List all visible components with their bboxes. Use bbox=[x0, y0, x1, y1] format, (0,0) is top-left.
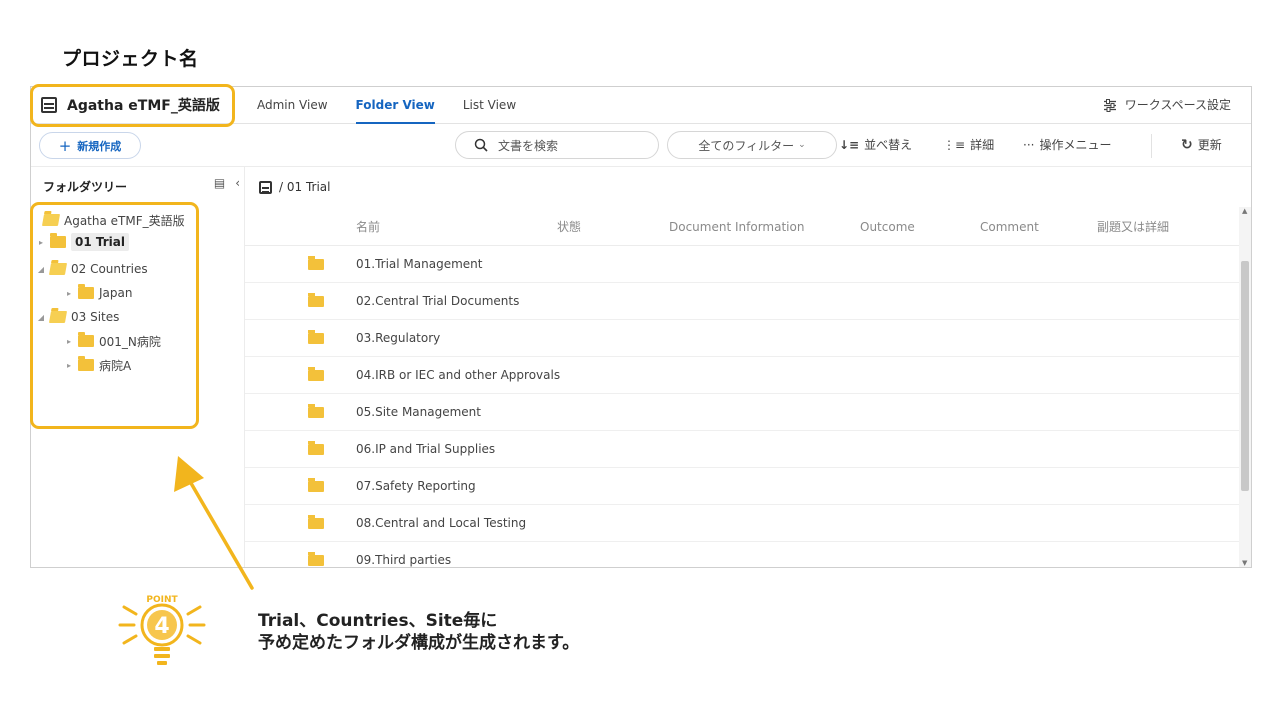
table-row[interactable]: 09.Third parties bbox=[245, 542, 1241, 567]
breadcrumb-path[interactable]: / 01 Trial bbox=[279, 180, 330, 194]
table-row[interactable]: 08.Central and Local Testing bbox=[245, 505, 1241, 542]
callout-text: Trial、Countries、Site毎に 予め定めたフォルダ構成が生成されま… bbox=[258, 610, 579, 654]
row-name: 09.Third parties bbox=[356, 553, 452, 567]
row-name: 08.Central and Local Testing bbox=[356, 516, 527, 530]
folder-icon bbox=[308, 256, 324, 270]
table-row[interactable]: 05.Site Management bbox=[245, 394, 1241, 431]
column-header-name[interactable]: 名前 bbox=[356, 208, 380, 246]
row-name: 04.IRB or IEC and other Approvals bbox=[356, 368, 561, 382]
row-name: 05.Site Management bbox=[356, 405, 481, 419]
folder-icon bbox=[308, 441, 324, 455]
workspace-settings-label: ワークスペース設定 bbox=[1124, 98, 1231, 112]
scrollbar-thumb[interactable] bbox=[1241, 261, 1249, 491]
sort-button[interactable]: ↓≡ 並べ替え bbox=[839, 124, 912, 167]
search-input[interactable]: 文書を検索 bbox=[455, 131, 659, 159]
folder-icon bbox=[308, 404, 324, 418]
table-row[interactable]: 02.Central Trial Documents bbox=[245, 283, 1241, 320]
folder-icon bbox=[308, 367, 324, 381]
point-lightbulb-icon: POINT 4 bbox=[118, 595, 206, 665]
toolbar-divider bbox=[1151, 134, 1152, 158]
folder-icon bbox=[308, 515, 324, 529]
workspace-icon bbox=[259, 180, 272, 194]
tab-admin-view[interactable]: Admin View bbox=[257, 87, 328, 124]
new-button-label: 新規作成 bbox=[77, 139, 122, 153]
folder-tree-highlight bbox=[30, 202, 199, 429]
collapse-all-icon[interactable]: ▤ bbox=[214, 176, 225, 190]
action-menu-button[interactable]: ··· 操作メニュー bbox=[1023, 124, 1111, 167]
column-header-document-information[interactable]: Document Information bbox=[669, 208, 804, 246]
folder-icon bbox=[308, 330, 324, 344]
toolbar: + 新規作成 文書を検索 全てのフィルター ⌄ ↓≡ 並べ替え ⋮≡ 詳細 ··… bbox=[31, 124, 1251, 167]
row-name: 06.IP and Trial Supplies bbox=[356, 442, 496, 456]
action-menu-label: 操作メニュー bbox=[1039, 138, 1112, 152]
folder-tree-controls: ▤ ‹ bbox=[214, 176, 240, 190]
table-row[interactable]: 01.Trial Management bbox=[245, 246, 1241, 283]
sliders-icon bbox=[1103, 98, 1116, 112]
column-header-outcome[interactable]: Outcome bbox=[860, 208, 915, 246]
table-row[interactable]: 03.Regulatory bbox=[245, 320, 1241, 357]
refresh-icon: ↻ bbox=[1181, 137, 1193, 153]
scroll-up-icon[interactable]: ▲ bbox=[1242, 207, 1247, 215]
column-header-status[interactable]: 状態 bbox=[557, 208, 581, 246]
folder-content: / 01 Trial 名前 状態 Document Information Ou… bbox=[245, 167, 1241, 567]
table-row[interactable]: 07.Safety Reporting bbox=[245, 468, 1241, 505]
column-header-comment[interactable]: Comment bbox=[980, 208, 1039, 246]
row-name: 07.Safety Reporting bbox=[356, 479, 476, 493]
row-name: 03.Regulatory bbox=[356, 331, 441, 345]
tab-folder-view[interactable]: Folder View bbox=[355, 87, 436, 124]
folder-icon bbox=[308, 478, 324, 492]
point-badge-label: POINT bbox=[146, 595, 178, 605]
workspace-settings-button[interactable]: ワークスペース設定 bbox=[1103, 87, 1231, 123]
search-placeholder: 文書を検索 bbox=[498, 138, 559, 153]
chevron-left-icon[interactable]: ‹ bbox=[235, 176, 240, 190]
table-header: 名前 状態 Document Information Outcome Comme… bbox=[245, 208, 1241, 246]
table-row[interactable]: 06.IP and Trial Supplies bbox=[245, 431, 1241, 468]
breadcrumb: / 01 Trial bbox=[259, 180, 330, 194]
column-header-subtitle[interactable]: 副題又は詳細 bbox=[1097, 208, 1169, 246]
filter-label: 全てのフィルター bbox=[698, 138, 795, 153]
detail-label: 詳細 bbox=[970, 138, 995, 152]
callout-line-2: 予め定めたフォルダ構成が生成されます。 bbox=[258, 633, 580, 653]
scroll-down-icon[interactable]: ▼ bbox=[1242, 559, 1247, 567]
folder-tree-title: フォルダツリー bbox=[43, 180, 128, 194]
list-icon: ⋮≡ bbox=[943, 138, 966, 152]
tab-list-view[interactable]: List View bbox=[463, 87, 516, 124]
table-row[interactable]: 04.IRB or IEC and other Approvals bbox=[245, 357, 1241, 394]
folder-icon bbox=[308, 293, 324, 307]
callout-line-1: Trial、Countries、Site毎に bbox=[258, 611, 498, 631]
page-title: プロジェクト名 bbox=[62, 48, 199, 70]
folder-icon bbox=[308, 552, 324, 566]
row-name: 02.Central Trial Documents bbox=[356, 294, 520, 308]
row-name: 01.Trial Management bbox=[356, 257, 483, 271]
detail-button[interactable]: ⋮≡ 詳細 bbox=[943, 124, 994, 167]
new-button[interactable]: + 新規作成 bbox=[39, 132, 141, 159]
refresh-label: 更新 bbox=[1197, 138, 1222, 152]
filter-dropdown[interactable]: 全てのフィルター ⌄ bbox=[667, 131, 837, 159]
sort-label: 並べ替え bbox=[864, 138, 913, 152]
sort-icon: ↓≡ bbox=[839, 138, 860, 152]
vertical-scrollbar[interactable]: ▲ ▼ bbox=[1239, 207, 1251, 567]
search-icon bbox=[474, 138, 488, 152]
plus-icon: + bbox=[58, 136, 72, 155]
refresh-button[interactable]: ↻ 更新 bbox=[1181, 124, 1222, 167]
chevron-down-icon: ⌄ bbox=[798, 140, 806, 150]
point-badge-number: 4 bbox=[154, 614, 169, 639]
view-tabs: Admin View Folder View List View bbox=[257, 87, 516, 124]
more-icon: ··· bbox=[1023, 138, 1035, 152]
arrow-icon bbox=[174, 456, 254, 590]
workspace-highlight bbox=[30, 84, 235, 127]
